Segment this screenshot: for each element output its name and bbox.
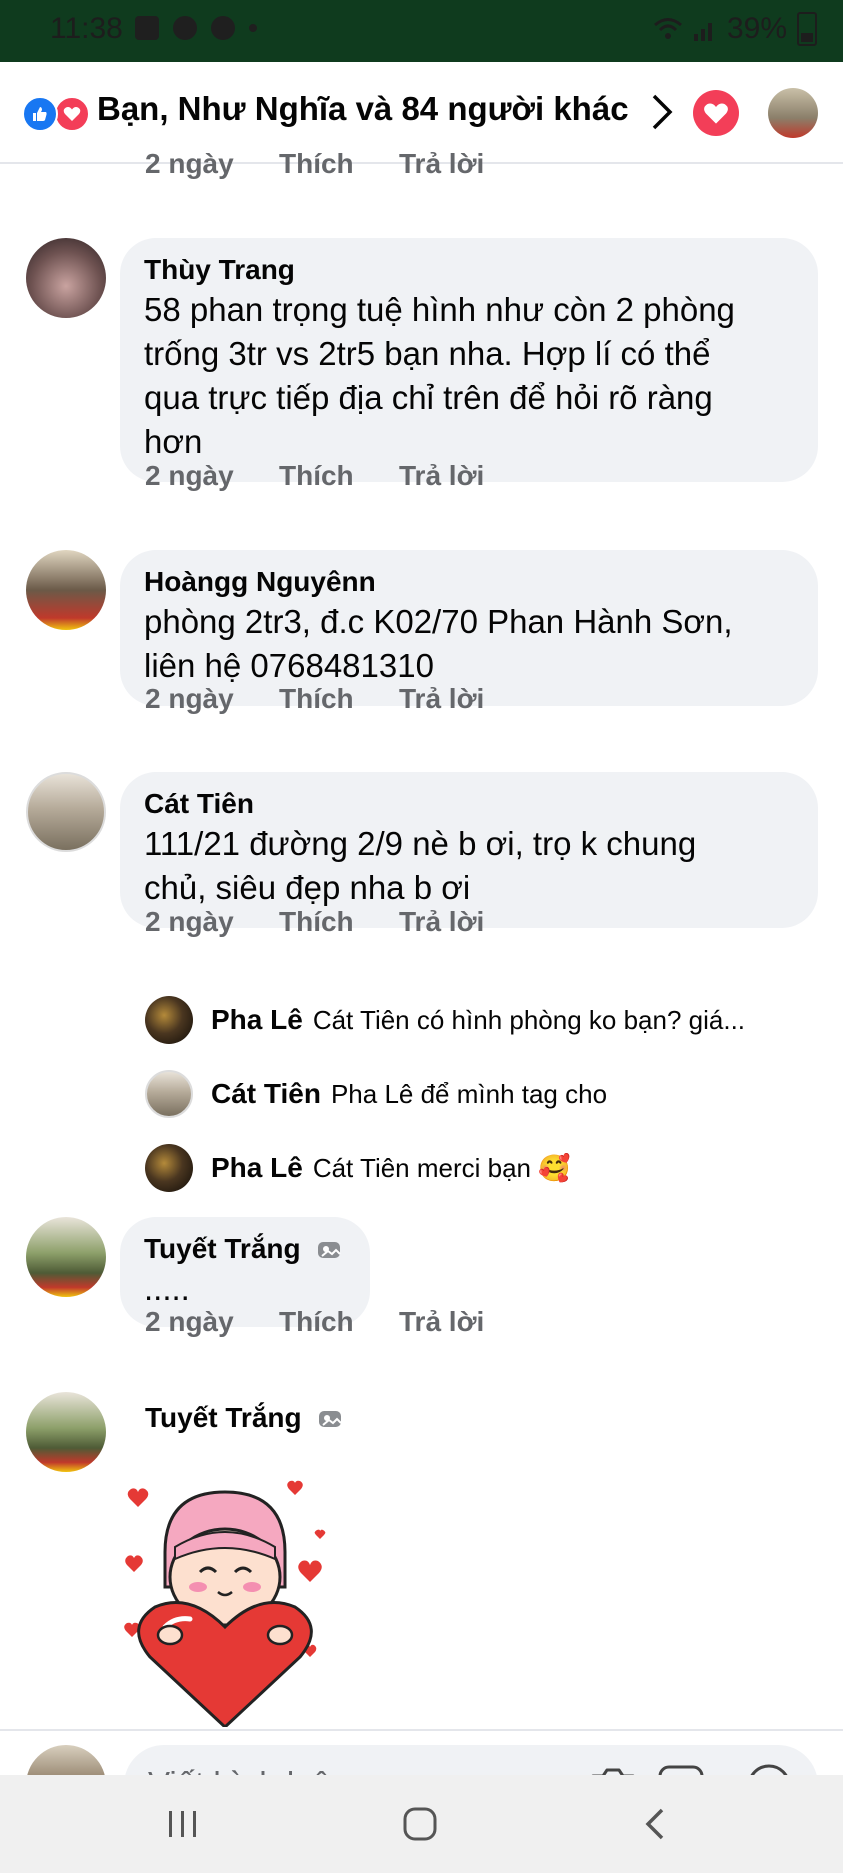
reply-link[interactable]: Trả lời	[399, 906, 484, 938]
back-icon[interactable]	[625, 1799, 685, 1849]
like-reaction-icon	[22, 96, 58, 132]
comment-bubble: Cát Tiên 111/21 đường 2/9 nè b ơi, trọ k…	[120, 772, 818, 928]
messenger-notification-icon	[173, 16, 197, 40]
comment-bubble: Thùy Trang 58 phan trọng tuệ hình như cò…	[120, 238, 818, 482]
comment-actions: 2 ngày Thích Trả lời	[145, 148, 484, 180]
comment-author[interactable]: Hoàngg Nguyênn	[144, 564, 794, 600]
avatar[interactable]	[145, 1070, 193, 1118]
comment-time: 2 ngày	[145, 683, 234, 714]
photo-badge-icon	[318, 1241, 342, 1258]
reactions-summary[interactable]: Bạn, Như Nghĩa và 84 người khác	[97, 90, 629, 128]
status-bar: 11:38 39%	[0, 0, 843, 62]
comment-text: phòng 2tr3, đ.c K02/70 Phan Hành Sơn, li…	[144, 603, 733, 684]
comment-time: 2 ngày	[145, 906, 234, 937]
comment-time: 2 ngày	[145, 460, 234, 491]
reply-author[interactable]: Pha Lê	[211, 1004, 303, 1036]
recent-apps-icon[interactable]	[153, 1799, 213, 1849]
reply-text: Cát Tiên có hình phòng ko bạn? giá...	[312, 1004, 746, 1035]
comment-time: 2 ngày	[145, 1306, 234, 1337]
avatar[interactable]	[145, 996, 193, 1044]
comment-author[interactable]: Cát Tiên	[144, 786, 794, 822]
comment-author[interactable]: Tuyết Trắng	[144, 1231, 346, 1267]
like-link[interactable]: Thích	[279, 148, 399, 180]
comment-actions: 2 ngày Thích Trả lời	[145, 683, 484, 715]
avatar[interactable]	[26, 772, 106, 852]
avatar[interactable]	[768, 88, 818, 138]
like-link[interactable]: Thích	[279, 683, 399, 715]
reply-text: Pha Lê để mình tag cho	[330, 1078, 608, 1109]
comments-sheet: Bạn, Như Nghĩa và 84 người khác 2 ngày T…	[0, 62, 843, 1873]
like-link[interactable]: Thích	[279, 906, 399, 938]
reply-item[interactable]: Cát Tiên Pha Lê để mình tag cho	[145, 1069, 607, 1119]
love-reaction-icon	[54, 96, 90, 132]
sticker-image[interactable]	[120, 1477, 380, 1727]
chevron-right-icon[interactable]	[648, 92, 676, 132]
photo-badge-icon	[319, 1410, 343, 1427]
reply-author[interactable]: Cát Tiên	[211, 1078, 321, 1110]
notification-icons	[135, 16, 257, 40]
comment-author[interactable]: Tuyết Trắng	[145, 1402, 345, 1434]
app-notification-icon	[211, 16, 235, 40]
like-link[interactable]: Thích	[279, 460, 399, 492]
avatar[interactable]	[26, 238, 106, 318]
comment-actions: 2 ngày Thích Trả lời	[145, 1306, 484, 1338]
avatar[interactable]	[26, 1217, 106, 1297]
reply-link[interactable]: Trả lời	[399, 148, 484, 180]
like-link[interactable]: Thích	[279, 1306, 399, 1338]
reply-author[interactable]: Pha Lê	[211, 1152, 303, 1184]
avatar[interactable]	[26, 550, 106, 630]
wifi-icon	[653, 18, 682, 39]
signal-icon	[693, 23, 712, 41]
comment-author[interactable]: Thùy Trang	[144, 252, 794, 288]
heart-icon[interactable]	[693, 90, 739, 136]
reply-item[interactable]: Pha Lê Cát Tiên merci bạn 🥰	[145, 1143, 571, 1193]
comment-text: 111/21 đường 2/9 nè b ơi, trọ k chung ch…	[144, 825, 697, 906]
status-right: 39%	[653, 12, 817, 46]
comment-text: .....	[144, 1270, 190, 1307]
comment-time: 2 ngày	[145, 148, 234, 179]
comment-actions: 2 ngày Thích Trả lời	[145, 906, 484, 938]
reply-link[interactable]: Trả lời	[399, 683, 484, 715]
comment-text: 58 phan trọng tuệ hình như còn 2 phòng t…	[144, 291, 735, 460]
avatar[interactable]	[26, 1392, 106, 1472]
gallery-notification-icon	[135, 16, 159, 40]
system-nav-bar	[0, 1775, 843, 1873]
reply-text: Cát Tiên merci bạn 🥰	[312, 1152, 571, 1183]
avatar[interactable]	[145, 1144, 193, 1192]
reply-link[interactable]: Trả lời	[399, 460, 484, 492]
home-icon[interactable]	[390, 1799, 450, 1849]
comment-actions: 2 ngày Thích Trả lời	[145, 460, 484, 492]
status-time: 11:38	[50, 12, 123, 45]
more-notifications-icon	[249, 24, 257, 32]
battery-percent: 39%	[726, 12, 787, 45]
reply-link[interactable]: Trả lời	[399, 1306, 484, 1338]
reply-item[interactable]: Pha Lê Cát Tiên có hình phòng ko bạn? gi…	[145, 995, 745, 1045]
battery-icon	[797, 12, 817, 46]
